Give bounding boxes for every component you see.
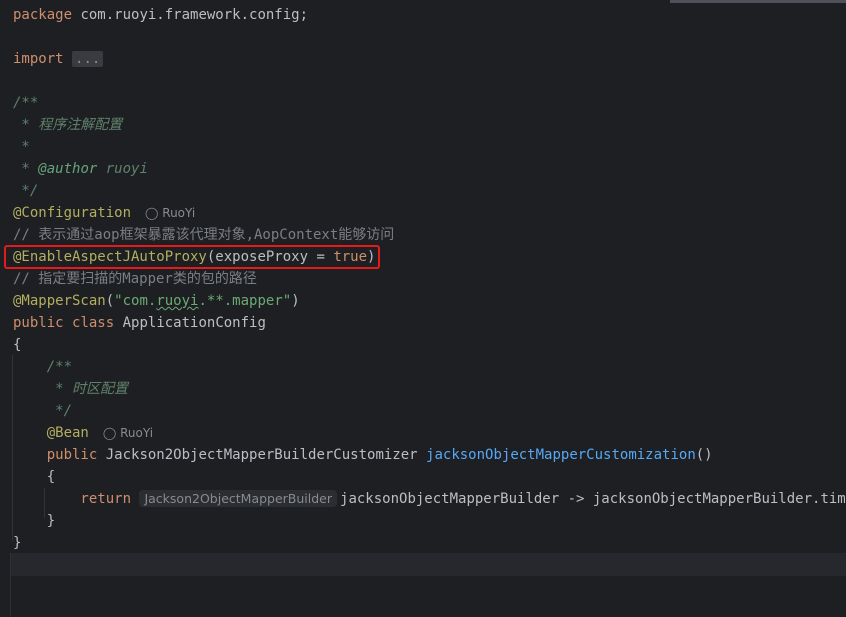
doc-comment-author: * @author ruoyi (13, 158, 148, 180)
doc-comment-open: /** (13, 95, 39, 111)
mapperscan-string-c: .**.mapper" (198, 293, 292, 309)
class-name: ApplicationConfig (114, 315, 266, 331)
doc-comment-description: * 程序注解配置 (13, 117, 123, 133)
doc-comment-close: */ (13, 183, 39, 199)
brace-close: } (13, 535, 22, 551)
brace-open: { (13, 337, 22, 353)
code-line-mapperscan[interactable]: @MapperScan("com.ruoyi.**.mapper") (13, 290, 300, 312)
import-keyword: import (13, 51, 64, 67)
inner-doc-open: /** (13, 359, 73, 375)
code-line-class-decl[interactable]: public class ApplicationConfig (13, 312, 266, 334)
method-public-keyword: public (13, 447, 98, 463)
author-hint-name-2: RuoYi (120, 426, 154, 440)
code-editor[interactable]: package com.ruoyi.framework.config; impo… (0, 0, 846, 617)
comment-mapper: // 指定要扫描的Mapper类的包的路径 (13, 271, 257, 287)
return-expression: jacksonObjectMapperBuilder -> jacksonObj… (340, 491, 846, 507)
import-fold-toggle[interactable]: ... (72, 51, 104, 67)
mapperscan-paren-open: ( (105, 293, 115, 309)
author-hint-2[interactable]: ◯ RuoYi (103, 426, 153, 440)
author-hint[interactable]: ◯ RuoYi (145, 206, 195, 220)
red-highlight-box (4, 245, 380, 269)
mapperscan-paren-close: ) (291, 293, 300, 309)
package-name: com.ruoyi.framework.config; (72, 7, 309, 23)
inner-doc-description: * 时区配置 (13, 381, 129, 397)
user-icon: ◯ (145, 206, 159, 220)
code-line-bean[interactable]: @Bean ◯ RuoYi (13, 422, 153, 444)
horizontal-scrollbar[interactable] (670, 0, 846, 3)
doc-author-name: ruoyi (97, 161, 148, 177)
mapperscan-string-b: ruoyi (156, 293, 199, 309)
code-line-import[interactable]: import ... (13, 48, 104, 70)
code-line-return[interactable]: return Jackson2ObjectMapperBuilder jackso… (13, 488, 846, 510)
mapperscan-annotation: @MapperScan (13, 293, 106, 309)
method-brace-close: } (13, 513, 56, 529)
code-line-configuration[interactable]: @Configuration ◯ RuoYi (13, 202, 195, 224)
package-keyword: package (13, 7, 73, 23)
mapperscan-string-a: "com. (114, 293, 157, 309)
inner-doc-close: */ (13, 403, 73, 419)
code-line-package[interactable]: package com.ruoyi.framework.config; (13, 4, 308, 26)
doc-comment-star: * (13, 139, 30, 155)
method-parens: () (695, 447, 713, 463)
method-return-type: Jackson2ObjectMapperBuilderCustomizer (97, 447, 427, 463)
configuration-annotation: @Configuration (13, 205, 132, 221)
parameter-type-hint: Jackson2ObjectMapperBuilder (139, 490, 338, 507)
class-keyword: class (72, 315, 115, 331)
gutter-edge (10, 553, 11, 617)
return-keyword: return (13, 491, 132, 507)
bean-annotation: @Bean (13, 425, 89, 441)
public-keyword: public (13, 315, 64, 331)
user-icon: ◯ (102, 426, 117, 440)
method-name: jacksonObjectMapperCustomization (426, 447, 696, 463)
doc-author-prefix: * (13, 161, 39, 177)
author-hint-name: RuoYi (162, 206, 196, 220)
comment-aop: // 表示通过aop框架暴露该代理对象,AopContext能够访问 (13, 227, 395, 243)
method-brace-open: { (13, 469, 56, 485)
code-line-method-decl[interactable]: public Jackson2ObjectMapperBuilderCustom… (13, 444, 713, 466)
doc-author-tag: @author (38, 161, 98, 177)
current-line-highlight (11, 553, 846, 576)
